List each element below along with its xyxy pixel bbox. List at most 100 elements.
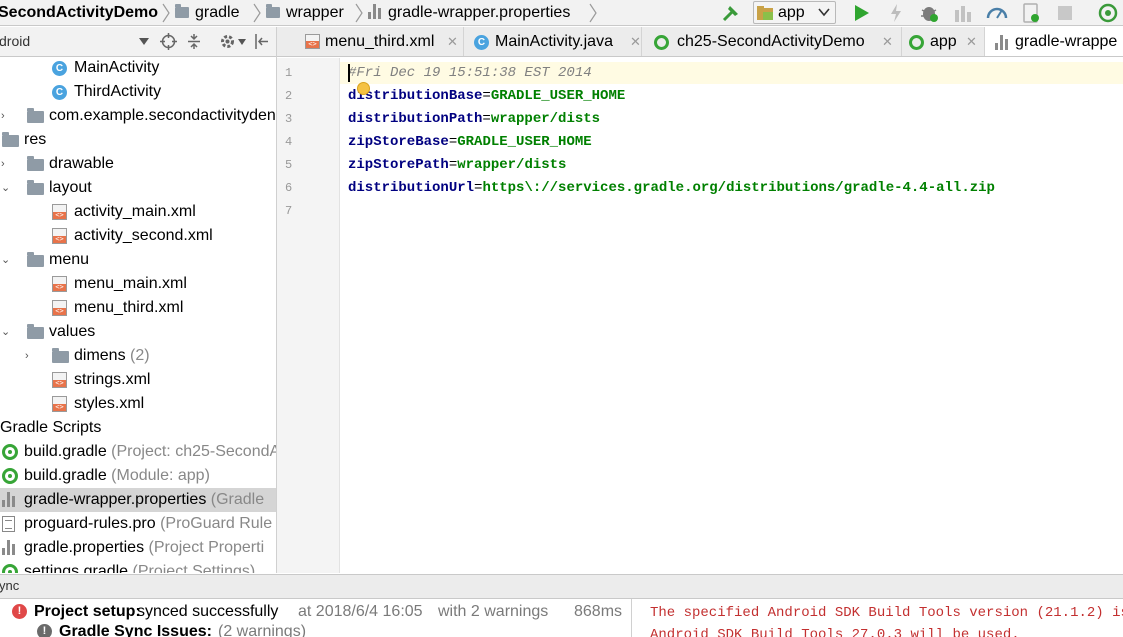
property-line: distributionBase=GRADLE_USER_HOME — [348, 85, 625, 107]
gradle-icon — [2, 444, 18, 460]
chevron-down-icon — [818, 8, 830, 17]
breadcrumb-file[interactable]: gradle-wrapper.properties — [368, 0, 570, 26]
chevron-down-icon[interactable] — [139, 38, 149, 45]
sdk-manager-icon[interactable] — [1097, 2, 1119, 24]
tree-item[interactable]: styles.xml — [0, 392, 276, 416]
close-icon[interactable]: ✕ — [630, 27, 641, 56]
property-key: distributionUrl — [348, 180, 475, 196]
chevron-down-icon[interactable]: ⌄ — [1, 320, 13, 344]
breadcrumb-project[interactable]: SecondActivityDemo — [0, 0, 158, 26]
setup-time: at 2018/6/4 16:05 — [298, 603, 423, 620]
stop-icon[interactable] — [1054, 2, 1076, 24]
navigation-bar: SecondActivityDemo gradle wrapper gradle… — [0, 0, 1123, 26]
tree-item[interactable]: Gradle Scripts — [0, 416, 276, 440]
tab-label: menu_third.xml — [325, 33, 435, 50]
tab-menu-third-xml[interactable]: menu_third.xml ✕ — [291, 27, 464, 56]
chevron-down-icon[interactable]: ⌄ — [1, 176, 13, 200]
xml-file-icon — [52, 276, 67, 292]
tree-item[interactable]: gradle-wrapper.properties (Gradle — [0, 488, 276, 512]
close-icon[interactable]: ✕ — [882, 27, 893, 56]
tab-main-activity-java[interactable]: C MainActivity.java ✕ — [464, 27, 642, 56]
chevron-right-icon — [589, 3, 597, 23]
chevron-right-icon[interactable]: › — [25, 344, 37, 368]
device-manager-icon[interactable] — [1020, 2, 1042, 24]
build-hammer-icon[interactable] — [720, 2, 742, 24]
tree-item-suffix: (Project Properti — [144, 539, 265, 556]
setup-title: Project setup: — [34, 603, 141, 620]
run-configuration-label: app — [778, 4, 805, 21]
tab-ch25-gradle[interactable]: ch25-SecondActivityDemo ✕ — [642, 27, 902, 56]
debug-icon[interactable] — [918, 2, 940, 24]
xml-file-icon — [305, 34, 320, 49]
tree-item[interactable]: C MainActivity — [0, 56, 276, 80]
intention-bulb-icon[interactable] — [357, 82, 370, 95]
project-tree: C MainActivity C ThirdActivity › com.example.… — [0, 56, 276, 573]
chevron-down-icon[interactable] — [238, 39, 246, 45]
project-panel: droid C MainActivity C ThirdActivity › com.ex… — [0, 27, 277, 573]
close-icon[interactable]: ✕ — [966, 27, 977, 56]
locate-target-icon[interactable] — [160, 33, 177, 50]
xml-file-icon — [52, 372, 67, 388]
tree-item[interactable]: settings.gradle (Project Settings) — [0, 560, 276, 573]
tree-item[interactable]: › dimens (2) — [0, 344, 276, 368]
tree-item[interactable]: strings.xml — [0, 368, 276, 392]
issues-title: Gradle Sync Issues: — [59, 623, 212, 637]
property-line: distributionUrl=https\://services.gradle… — [348, 177, 995, 199]
chevron-down-icon[interactable]: ⌄ — [1, 248, 13, 272]
tree-item-label: activity_second.xml — [74, 227, 213, 244]
build-output-line: Android SDK Build Tools 27.0.3 will be u… — [650, 627, 1020, 637]
tree-item[interactable]: › com.example.secondactivityden — [0, 104, 276, 128]
sync-tab-label[interactable]: ync — [0, 578, 19, 593]
code-editor[interactable]: 1 2 3 4 5 6 7 #Fri Dec 19 15:51:38 EST 2014 dis… — [277, 58, 1123, 573]
tree-item-label: build.gradle (Project: ch25-SecondA — [24, 440, 276, 464]
run-configuration-select[interactable]: app — [753, 1, 836, 24]
code-comment: #Fri Dec 19 15:51:38 EST 2014 — [348, 65, 592, 81]
tree-item[interactable]: activity_second.xml — [0, 224, 276, 248]
tree-item[interactable]: menu_third.xml — [0, 296, 276, 320]
gradle-icon — [909, 35, 924, 50]
attach-debugger-icon[interactable] — [952, 2, 974, 24]
breadcrumb-label: gradle — [195, 4, 240, 21]
tree-item[interactable]: proguard-rules.pro (ProGuard Rule — [0, 512, 276, 536]
setup-duration: 868ms — [574, 603, 623, 620]
property-separator: = — [482, 111, 491, 127]
tree-item-label: menu_main.xml — [74, 275, 187, 292]
property-key: distributionPath — [348, 111, 483, 127]
run-icon[interactable] — [850, 2, 872, 24]
collapse-all-icon[interactable] — [186, 33, 202, 50]
chevron-right-icon[interactable]: › — [1, 104, 13, 128]
java-class-icon: C — [474, 35, 489, 50]
chevron-right-icon[interactable]: › — [1, 152, 13, 176]
close-icon[interactable]: ✕ — [447, 27, 458, 56]
tree-item[interactable]: activity_main.xml — [0, 200, 276, 224]
tree-item[interactable]: gradle.properties (Project Properti — [0, 536, 276, 560]
tree-item-label: gradle-wrapper.properties (Gradle — [24, 491, 265, 508]
tree-item[interactable]: ⌄ menu — [0, 248, 276, 272]
property-line: zipStoreBase=GRADLE_USER_HOME — [348, 131, 592, 153]
tab-label: app — [930, 33, 957, 50]
tab-gradle-wrapper-properties[interactable]: gradle-wrappe — [985, 27, 1123, 56]
tree-item[interactable]: res — [0, 128, 276, 152]
tree-item[interactable]: build.gradle (Project: ch25-SecondA — [0, 440, 276, 464]
tree-item[interactable]: C ThirdActivity — [0, 80, 276, 104]
property-separator: = — [448, 157, 458, 173]
tab-app-gradle[interactable]: app ✕ — [902, 27, 985, 56]
gradle-icon — [2, 468, 18, 484]
hide-panel-icon[interactable] — [253, 33, 269, 50]
project-setup-row[interactable]: ! Project setup: synced successfully at … — [0, 601, 631, 623]
tree-item[interactable]: build.gradle (Module: app) — [0, 464, 276, 488]
build-output-console[interactable]: The specified Android SDK Build Tools ve… — [633, 599, 1123, 637]
tree-item[interactable]: ⌄ values — [0, 320, 276, 344]
tree-item-label: styles.xml — [74, 395, 145, 412]
apply-changes-icon[interactable] — [885, 2, 907, 24]
profile-icon[interactable] — [986, 2, 1008, 24]
gear-icon[interactable] — [219, 33, 236, 50]
breadcrumb-gradle[interactable]: gradle — [175, 0, 239, 26]
breadcrumb-wrapper[interactable]: wrapper — [266, 0, 344, 26]
sync-issues-row[interactable]: ! Gradle Sync Issues: (2 warnings) — [0, 621, 631, 637]
tree-item[interactable]: › drawable — [0, 152, 276, 176]
tree-item[interactable]: ⌄ layout — [0, 176, 276, 200]
tree-item-label: menu_third.xml — [74, 299, 184, 316]
tree-item[interactable]: menu_main.xml — [0, 272, 276, 296]
project-view-selector[interactable]: droid — [0, 33, 30, 49]
